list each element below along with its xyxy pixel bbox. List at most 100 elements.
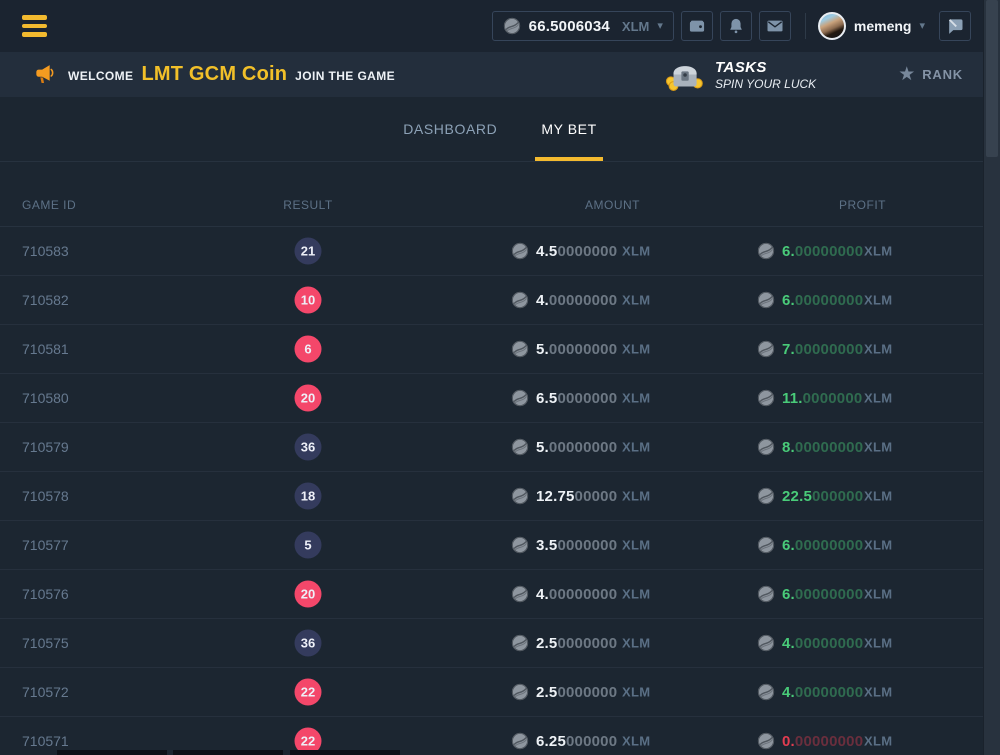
user-menu[interactable]: memeng ▾ [818, 12, 925, 40]
column-amount: AMOUNT [585, 198, 640, 212]
bet-row: 710579 36 5.00000000 XLM 8.00000000 XLM [0, 423, 1000, 472]
profit-currency: XLM [864, 244, 892, 259]
game-id: 710580 [22, 390, 69, 406]
profit-currency: XLM [864, 734, 892, 749]
chevron-down-icon: ▾ [657, 21, 663, 32]
amount-currency: XLM [622, 538, 650, 553]
bet-amount: 4.00000000 [511, 291, 617, 309]
profit-currency: XLM [864, 391, 892, 406]
bet-row: 710578 18 12.7500000 XLM 22.5000000 XLM [0, 472, 1000, 521]
announcement-banner: WELCOME LMT GCM Coin JOIN THE GAME TASKS… [0, 52, 1000, 97]
bet-profit: 8.00000000 [757, 438, 863, 456]
xlm-coin-icon [511, 732, 529, 750]
bet-profit: 11.0000000 [757, 389, 862, 407]
table-header: GAME ID RESULT AMOUNT PROFIT [0, 162, 1000, 227]
tasks-subtitle: SPIN YOUR LUCK [715, 77, 816, 91]
xlm-coin-icon [511, 536, 529, 554]
bet-amount: 5.00000000 [511, 438, 617, 456]
result-badge: 5 [295, 532, 322, 559]
bet-profit: 22.5000000 [757, 487, 863, 505]
notifications-button[interactable] [720, 11, 752, 41]
bet-row: 710577 5 3.50000000 XLM 6.00000000 XLM [0, 521, 1000, 570]
bet-row: 710575 36 2.50000000 XLM 4.00000000 XLM [0, 619, 1000, 668]
game-id: 710575 [22, 635, 69, 651]
xlm-coin-icon [757, 389, 775, 407]
result-badge: 10 [295, 287, 322, 314]
amount-currency: XLM [622, 293, 650, 308]
tasks-button[interactable]: TASKS SPIN YOUR LUCK [663, 57, 816, 93]
welcome-prefix: WELCOME [68, 69, 133, 83]
xlm-coin-icon [511, 683, 529, 701]
result-badge: 20 [295, 385, 322, 412]
game-id: 710583 [22, 243, 69, 259]
amount-currency: XLM [622, 244, 650, 259]
profit-currency: XLM [864, 342, 892, 357]
treasure-chest-icon [663, 57, 705, 93]
wallet-button[interactable] [681, 11, 713, 41]
bet-row: 710576 20 4.00000000 XLM 6.00000000 XLM [0, 570, 1000, 619]
bet-profit: 4.00000000 [757, 683, 863, 701]
bottom-fragment [173, 750, 283, 755]
app: 66.5006034 XLM ▾ memeng ▾ [0, 0, 1000, 755]
xlm-coin-icon [511, 487, 529, 505]
bet-profit: 0.00000000 [757, 732, 863, 750]
xlm-coin-icon [511, 438, 529, 456]
tasks-title: TASKS [715, 59, 816, 76]
game-id: 710577 [22, 537, 69, 553]
bet-row: 710580 20 6.50000000 XLM 11.0000000 XLM [0, 374, 1000, 423]
scrollbar[interactable] [983, 0, 1000, 755]
bet-table: 710583 21 4.50000000 XLM 6.00000000 XLM … [0, 227, 1000, 755]
bet-amount: 3.50000000 [511, 536, 617, 554]
xlm-coin-icon [757, 732, 775, 750]
xlm-coin-icon [511, 389, 529, 407]
tab-my-bet[interactable]: MY BET [535, 97, 602, 161]
welcome-message: WELCOME LMT GCM Coin JOIN THE GAME [68, 63, 395, 86]
bet-row: 710582 10 4.00000000 XLM 6.00000000 XLM [0, 276, 1000, 325]
result-badge: 6 [295, 336, 322, 363]
top-bar: 66.5006034 XLM ▾ memeng ▾ [0, 0, 1000, 52]
megaphone-icon [33, 62, 58, 87]
result-badge: 36 [295, 630, 322, 657]
profit-currency: XLM [864, 489, 892, 504]
balance-selector[interactable]: 66.5006034 XLM ▾ [492, 11, 674, 41]
menu-button[interactable] [22, 13, 48, 39]
game-id: 710571 [22, 733, 69, 749]
bet-amount: 6.25000000 [511, 732, 617, 750]
tab-bar: DASHBOARD MY BET [0, 97, 1000, 162]
amount-currency: XLM [622, 489, 650, 504]
bet-row: 710583 21 4.50000000 XLM 6.00000000 XLM [0, 227, 1000, 276]
chat-icon [945, 16, 965, 36]
amount-currency: XLM [622, 342, 650, 357]
xlm-coin-icon [757, 536, 775, 554]
xlm-coin-icon [757, 487, 775, 505]
bet-amount: 2.50000000 [511, 634, 617, 652]
game-id: 710582 [22, 292, 69, 308]
avatar [818, 12, 846, 40]
chat-button[interactable] [939, 11, 971, 41]
brand-name: LMT GCM Coin [141, 63, 287, 86]
profit-currency: XLM [864, 587, 892, 602]
game-id: 710576 [22, 586, 69, 602]
game-id: 710579 [22, 439, 69, 455]
bottom-fragment [290, 750, 400, 755]
xlm-coin-icon [757, 438, 775, 456]
wallet-icon [687, 16, 707, 36]
scrollbar-thumb[interactable] [986, 0, 998, 157]
game-id: 710578 [22, 488, 69, 504]
rank-button[interactable]: ★ RANK [898, 65, 963, 84]
game-id: 710581 [22, 341, 69, 357]
messages-button[interactable] [759, 11, 791, 41]
bet-profit: 6.00000000 [757, 585, 863, 603]
xlm-coin-icon [757, 242, 775, 260]
result-badge: 20 [295, 581, 322, 608]
chevron-down-icon: ▾ [919, 21, 925, 32]
balance-amount: 66.5006034 [529, 18, 610, 35]
top-bar-right: 66.5006034 XLM ▾ memeng ▾ [492, 11, 971, 41]
amount-currency: XLM [622, 391, 650, 406]
column-game-id: GAME ID [22, 198, 76, 212]
tab-dashboard[interactable]: DASHBOARD [397, 97, 503, 161]
bet-amount: 4.00000000 [511, 585, 617, 603]
xlm-coin-icon [511, 634, 529, 652]
bell-icon [726, 16, 746, 36]
mail-icon [765, 16, 785, 36]
